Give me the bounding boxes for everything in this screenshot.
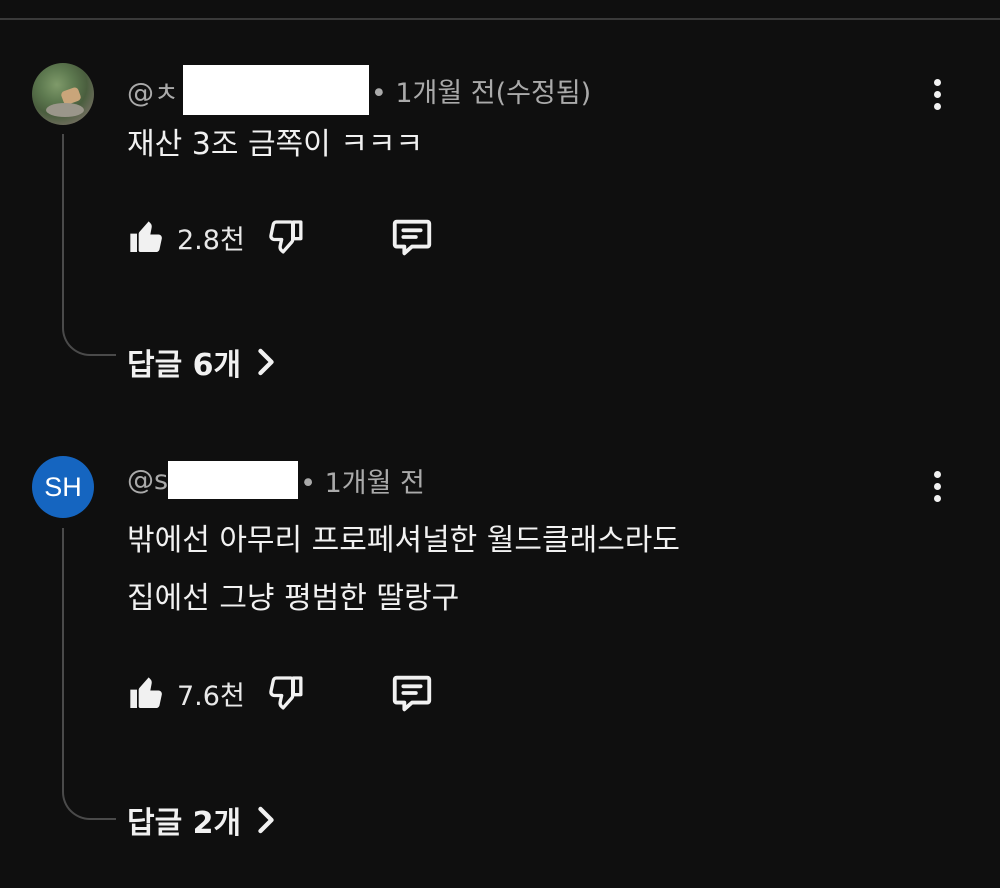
comment-text-line: 집에선 그냥 평범한 딸랑구 [127, 581, 460, 616]
more-options-button[interactable] [925, 466, 949, 506]
comment-text: 재산 3조 금쪽이 ㅋㅋㅋ [127, 116, 423, 174]
like-count: 2.8천 [177, 224, 245, 256]
comment-thread: @ㅊ • 1개월 전(수정됨) 재산 3조 금쪽이 ㅋㅋㅋ 2.8천 답글 6개 [0, 0, 1000, 430]
author-handle[interactable]: @ㅊ [127, 71, 179, 110]
comment-icon [392, 219, 431, 256]
comment-icon [392, 675, 431, 712]
comment-actions: 2.8천 [127, 213, 435, 261]
comment-thread: SH @s • 1개월 전 밖에선 아무리 프로페셔널한 월드클래스라도 집에선… [0, 440, 1000, 880]
view-replies-button[interactable]: 답글 6개 [127, 338, 277, 386]
view-replies-button[interactable]: 답글 2개 [127, 796, 277, 844]
dislike-button[interactable] [265, 217, 305, 257]
dislike-button[interactable] [265, 673, 305, 713]
comment-text-line: 밖에선 아무리 프로페셔널한 월드클래스라도 [127, 523, 681, 558]
avatar-initials: SH [44, 471, 82, 502]
comment-header: @ㅊ • 1개월 전(수정됨) [127, 65, 592, 115]
comment-text-line: 재산 3조 금쪽이 ㅋㅋㅋ [127, 127, 424, 162]
reply-button[interactable] [389, 670, 435, 716]
chevron-right-icon [258, 348, 274, 376]
comment-text: 밖에선 아무리 프로페셔널한 월드클래스라도 집에선 그냥 평범한 딸랑구 [127, 512, 680, 628]
reply-button[interactable] [389, 214, 435, 260]
thread-connector-line [62, 134, 116, 356]
replies-count-label: 답글 6개 [127, 348, 242, 383]
thumbs-up-icon [130, 221, 162, 252]
replies-count-label: 답글 2개 [127, 806, 242, 841]
author-handle[interactable]: @s [127, 465, 168, 496]
avatar[interactable] [32, 63, 94, 125]
like-button[interactable] [127, 673, 167, 713]
comment-timestamp: • 1개월 전 [300, 467, 425, 499]
redaction-box [182, 65, 369, 115]
comment-header: @s • 1개월 전 [127, 460, 425, 500]
like-count: 7.6천 [177, 680, 245, 712]
comment-timestamp: • 1개월 전(수정됨) [370, 77, 592, 109]
thumbs-down-icon [269, 220, 303, 254]
thumbs-up-icon [130, 677, 162, 708]
thumbs-down-icon [269, 676, 303, 710]
more-options-button[interactable] [925, 74, 949, 114]
chevron-right-icon [258, 806, 274, 834]
like-button[interactable] [127, 217, 167, 257]
avatar[interactable]: SH [32, 456, 94, 518]
redaction-box [168, 461, 299, 499]
thread-connector-line [62, 528, 116, 820]
comment-actions: 7.6천 [127, 669, 435, 717]
